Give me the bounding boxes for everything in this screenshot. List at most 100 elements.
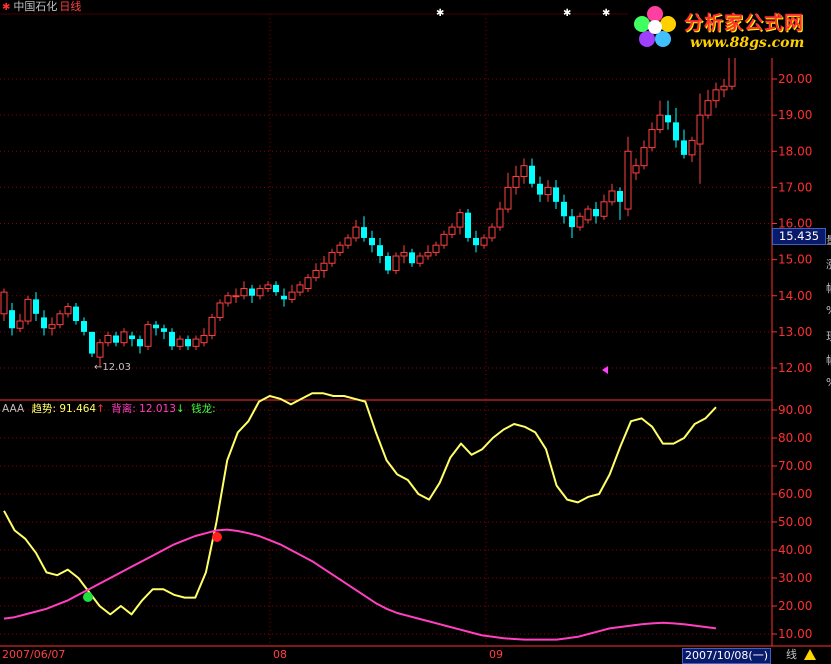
corner-label[interactable]: 线 xyxy=(786,648,797,662)
candle-body xyxy=(496,208,504,228)
candle-body xyxy=(208,316,216,336)
candle-body xyxy=(520,165,528,178)
arrow-down-icon: ↓ xyxy=(175,403,185,415)
indicator-axis-label: 40.00 xyxy=(778,543,812,557)
candle-body xyxy=(328,251,336,264)
indicator-axis-label: 30.00 xyxy=(778,571,812,585)
candle-body xyxy=(632,165,640,174)
candle-body xyxy=(113,335,119,343)
candle-body xyxy=(488,226,496,239)
indicator-axis-label: 70.00 xyxy=(778,459,812,473)
current-price-tag: 15.435 xyxy=(772,228,826,245)
candle-body xyxy=(361,227,367,238)
candle-body xyxy=(224,295,232,304)
candle-body xyxy=(176,338,184,347)
indicator-axis-label: 80.00 xyxy=(778,431,812,445)
candle-body xyxy=(696,114,704,145)
site-logo: 分析家公式网 www.88gs.com xyxy=(628,0,831,58)
candle-body xyxy=(24,298,32,322)
triangle-up-icon[interactable] xyxy=(804,649,816,660)
candle-body xyxy=(537,183,543,195)
candle-body xyxy=(409,252,415,264)
trend-line xyxy=(3,392,717,616)
legend-diverge: 背离: 12.013↓ xyxy=(111,403,184,415)
cursor-marker-icon xyxy=(602,366,608,374)
candle-body xyxy=(256,288,264,297)
candle-body xyxy=(473,237,479,246)
side-char: % xyxy=(826,304,831,317)
legend-trend-label: 趋势: xyxy=(31,403,57,415)
candle-body xyxy=(240,288,248,297)
candle-body xyxy=(281,295,287,300)
candle-body xyxy=(56,313,64,326)
candle-body xyxy=(81,321,87,332)
candle-body xyxy=(440,233,448,246)
buy-signal-dot xyxy=(83,592,93,602)
candle-body xyxy=(344,237,352,246)
candle-body xyxy=(593,209,599,217)
indicator-axis-label: 90.00 xyxy=(778,403,812,417)
candle-body xyxy=(96,342,104,358)
period-label: 日线 xyxy=(59,0,82,13)
candle-body xyxy=(624,150,632,210)
candle-body xyxy=(41,317,47,329)
candle-body xyxy=(352,226,360,239)
candle-body xyxy=(712,89,720,102)
candle-body xyxy=(400,251,408,257)
date-month-aug: 08 xyxy=(273,648,287,661)
chart-title: ✱ 中国石化 日线 xyxy=(2,0,81,14)
candle-body xyxy=(216,302,224,318)
candle-body xyxy=(553,187,559,202)
candle-body xyxy=(48,324,56,329)
candle-body xyxy=(480,237,488,246)
star-icon: ✱ xyxy=(436,8,445,19)
close-dot-icon[interactable]: ✱ xyxy=(2,2,10,13)
candle-body xyxy=(161,328,167,332)
candle-body xyxy=(665,115,671,123)
candle-body xyxy=(504,186,512,210)
candle-body xyxy=(288,291,296,300)
star-icon: ✱ xyxy=(563,8,572,19)
indicator-axis-label: 50.00 xyxy=(778,515,812,529)
candle-body xyxy=(137,339,143,347)
candle-body xyxy=(576,215,584,228)
price-axis-label: 15.00 xyxy=(778,253,812,267)
candle-body xyxy=(200,334,208,344)
stock-name: 中国石化 xyxy=(13,0,58,13)
candle-body xyxy=(648,129,656,149)
candle-body xyxy=(264,284,272,290)
candle-body xyxy=(456,212,464,228)
candle-body xyxy=(465,212,471,238)
candle-body xyxy=(640,147,648,167)
candle-body xyxy=(73,306,79,322)
side-char: 幅 xyxy=(826,280,831,296)
candle-body xyxy=(296,284,304,293)
candle-body xyxy=(0,291,8,315)
side-char: 幅 xyxy=(826,352,831,368)
price-axis-label: 12.00 xyxy=(778,361,812,375)
main-chart[interactable]: 20.0019.0018.0017.0016.0015.0014.0013.00… xyxy=(0,0,831,662)
logo-title: 分析家公式网 xyxy=(684,12,805,34)
candle-body xyxy=(704,100,712,116)
candle-body xyxy=(569,216,575,228)
legend-trend-value: 91.464 xyxy=(59,403,97,415)
candle-body xyxy=(369,237,375,246)
candle-body xyxy=(673,122,679,141)
price-axis-label: 13.00 xyxy=(778,325,812,339)
legend-trend: 趋势: 91.464↑ xyxy=(31,403,104,415)
date-month-sep: 09 xyxy=(489,648,503,661)
candle-body xyxy=(377,245,383,257)
side-char: 量 xyxy=(826,232,831,248)
legend-diverge-label: 背离: xyxy=(111,403,136,415)
star-icon: ✱ xyxy=(602,8,611,19)
low-price-label: ←12.03 xyxy=(94,362,132,373)
indicator-name[interactable]: AAA xyxy=(2,403,24,415)
price-axis-label: 18.00 xyxy=(778,144,812,158)
candle-body xyxy=(64,306,72,315)
candle-body xyxy=(89,331,95,354)
indicator-axis-label: 20.00 xyxy=(778,599,812,613)
diverge-line xyxy=(3,528,717,641)
side-char: % xyxy=(826,376,831,389)
logo-url: www.88gs.com xyxy=(690,35,805,51)
price-axis-label: 20.00 xyxy=(778,72,812,86)
